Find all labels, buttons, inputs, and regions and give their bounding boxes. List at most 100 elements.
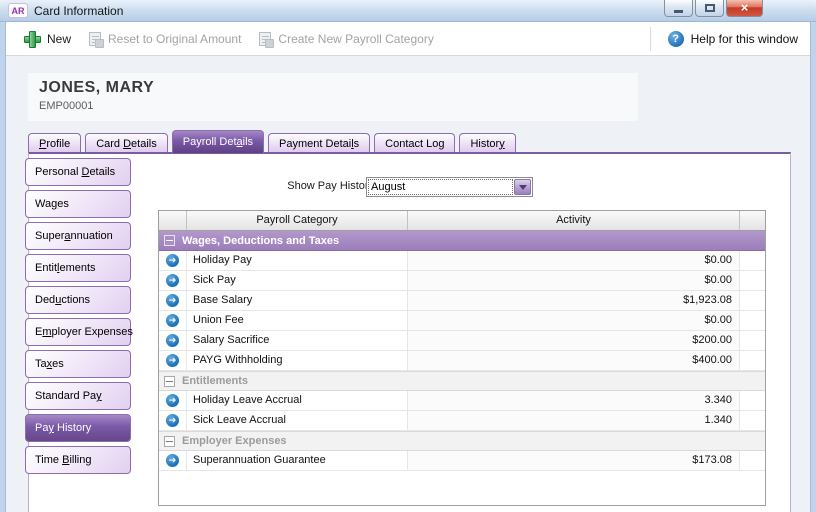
create-new-payroll-category-button: Create New Payroll Category: [250, 28, 442, 50]
detail-arrow-icon[interactable]: [166, 454, 179, 467]
row-filler-cell: [740, 331, 765, 350]
activity-cell: $200.00: [408, 331, 740, 350]
activity-cell: $1,923.08: [408, 291, 740, 310]
activity-cell: 3.340: [408, 391, 740, 410]
detail-arrow-icon[interactable]: [166, 294, 179, 307]
minimize-button[interactable]: [664, 0, 693, 17]
collapse-icon[interactable]: [164, 235, 175, 246]
employee-id: EMP00001: [39, 100, 94, 112]
table-row-base-salary[interactable]: Base Salary $1,923.08: [159, 291, 765, 311]
group-header-employer-expenses: Employer Expenses: [159, 431, 765, 451]
tab-contact-log[interactable]: Contact Log: [374, 133, 456, 153]
activity-cell: $0.00: [408, 271, 740, 290]
sidebar-item-time-billing[interactable]: Time Billing: [25, 446, 131, 474]
payroll-category-cell: Superannuation Guarantee: [187, 451, 408, 470]
activity-cell: $173.08: [408, 451, 740, 470]
toolbar-separator: [649, 26, 651, 51]
collapse-icon[interactable]: [164, 435, 175, 447]
row-arrow-cell: [159, 311, 187, 330]
detail-arrow-icon[interactable]: [166, 354, 179, 367]
row-filler-cell: [740, 351, 765, 370]
content-area: JONES, MARY EMP00001 Profile Card Detail…: [6, 56, 810, 512]
new-plus-icon: [23, 30, 41, 48]
group-label: Employer Expenses: [182, 435, 287, 447]
group-label: Wages, Deductions and Taxes: [182, 234, 340, 247]
row-filler-cell: [740, 311, 765, 330]
row-filler-cell: [740, 391, 765, 410]
employee-name: JONES, MARY: [39, 79, 155, 96]
titlebar[interactable]: AR Card Information: [0, 0, 816, 22]
help-icon: [667, 30, 684, 47]
table-row-sick-pay[interactable]: Sick Pay $0.00: [159, 271, 765, 291]
table-row-holiday-leave-accrual[interactable]: Holiday Leave Accrual 3.340: [159, 391, 765, 411]
group-label: Entitlements: [182, 375, 249, 387]
new-button-label: New: [47, 31, 72, 46]
sidebar-item-standard-pay[interactable]: Standard Pay: [25, 382, 131, 410]
detail-arrow-icon[interactable]: [166, 334, 179, 347]
header-payroll-category[interactable]: Payroll Category: [187, 211, 408, 230]
row-arrow-cell: [159, 451, 187, 470]
header-filler: [740, 211, 765, 230]
toolbar: New Reset to Original Amount Create New …: [6, 22, 810, 56]
detail-arrow-icon[interactable]: [166, 414, 179, 427]
close-button[interactable]: [726, 0, 763, 17]
new-button[interactable]: New: [14, 26, 80, 51]
sidebar-item-superannuation[interactable]: Superannuation: [25, 222, 131, 250]
sidebar-item-entitlements[interactable]: Entitlements: [25, 254, 131, 282]
activity-cell: 1.340: [408, 411, 740, 430]
row-arrow-cell: [159, 251, 187, 270]
window-controls: [664, 0, 763, 17]
employee-header: JONES, MARY EMP00001: [28, 73, 638, 121]
help-button[interactable]: Help for this window: [659, 27, 810, 51]
payroll-category-cell: Sick Pay: [187, 271, 408, 290]
collapse-icon[interactable]: [164, 375, 175, 387]
close-icon: [741, 0, 749, 17]
maximize-button[interactable]: [695, 0, 724, 17]
header-activity[interactable]: Activity: [408, 211, 740, 230]
row-arrow-cell: [159, 351, 187, 370]
sidebar-item-pay-history[interactable]: Pay History: [25, 414, 131, 442]
detail-arrow-icon[interactable]: [166, 254, 179, 267]
group-header-wages-deductions-taxes: Wages, Deductions and Taxes: [159, 231, 765, 251]
reset-button-label: Reset to Original Amount: [108, 31, 242, 46]
detail-arrow-icon[interactable]: [166, 274, 179, 287]
payroll-details-panel: Show Pay History for: August Payroll Cat…: [28, 152, 791, 512]
reset-to-original-amount-button: Reset to Original Amount: [80, 28, 250, 50]
table-row-holiday-pay[interactable]: Holiday Pay $0.00: [159, 251, 765, 271]
table-row-union-fee[interactable]: Union Fee $0.00: [159, 311, 765, 331]
tab-payroll-details[interactable]: Payroll Details: [171, 130, 265, 153]
payroll-category-cell: Union Fee: [187, 311, 408, 330]
card-information-window: AR Card Information New Reset to Origina…: [0, 0, 816, 512]
table-row-payg-withholding[interactable]: PAYG Withholding $400.00: [159, 351, 765, 371]
activity-cell: $0.00: [408, 251, 740, 270]
detail-arrow-icon[interactable]: [166, 314, 179, 327]
activity-cell: $0.00: [408, 311, 740, 330]
row-filler-cell: [740, 291, 765, 310]
table-row-salary-sacrifice[interactable]: Salary Sacrifice $200.00: [159, 331, 765, 351]
payroll-category-cell: Salary Sacrifice: [187, 331, 408, 350]
sidebar-item-wages[interactable]: Wages: [25, 190, 131, 218]
payroll-category-cell: Holiday Leave Accrual: [187, 391, 408, 410]
sidebar-item-deductions[interactable]: Deductions: [25, 286, 131, 314]
tab-profile[interactable]: Profile: [28, 133, 82, 153]
sidebar-item-employer-expenses[interactable]: Employer Expenses: [25, 318, 133, 346]
tab-card-details[interactable]: Card Details: [85, 133, 168, 153]
activity-cell: $400.00: [408, 351, 740, 370]
pay-history-month-select[interactable]: August: [366, 177, 533, 197]
table-row-superannuation-guarantee[interactable]: Superannuation Guarantee $173.08: [159, 451, 765, 471]
payroll-category-cell: Sick Leave Accrual: [187, 411, 408, 430]
tab-history[interactable]: History: [459, 133, 516, 153]
row-filler-cell: [740, 271, 765, 290]
sidebar-item-taxes[interactable]: Taxes: [25, 350, 131, 378]
detail-arrow-icon[interactable]: [166, 394, 179, 407]
help-button-label: Help for this window: [690, 31, 798, 46]
window-title: Card Information: [34, 3, 124, 18]
pay-history-selected-value: August: [371, 181, 406, 193]
app-icon: AR: [8, 3, 28, 18]
tab-payment-details[interactable]: Payment Details: [268, 133, 371, 153]
dropdown-button[interactable]: [514, 179, 531, 195]
create-button-label: Create New Payroll Category: [278, 31, 434, 46]
sidebar-item-personal-details[interactable]: Personal Details: [25, 158, 131, 186]
table-row-sick-leave-accrual[interactable]: Sick Leave Accrual 1.340: [159, 411, 765, 431]
table-header-row: Payroll Category Activity: [159, 211, 765, 231]
